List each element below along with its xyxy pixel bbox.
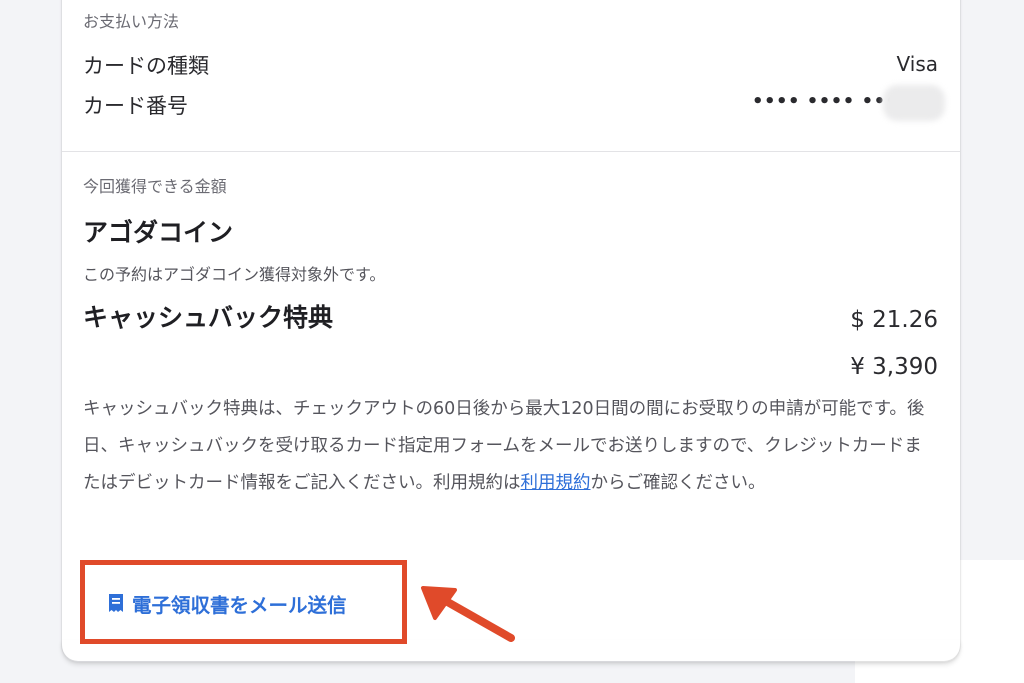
earnings-section-title: 今回獲得できる金額 xyxy=(83,177,227,196)
card-type-label: カードの種類 xyxy=(83,54,209,78)
cashback-heading: キャッシュバック特典 xyxy=(83,303,334,332)
terms-link[interactable]: 利用規約 xyxy=(521,473,591,493)
cashback-jpy: ¥ 3,390 xyxy=(850,354,938,380)
card-number-label: カード番号 xyxy=(83,94,188,118)
cashback-description: キャッシュバック特典は、チェックアウトの60日後から最大120日間の間にお受取り… xyxy=(83,391,933,502)
description-text: キャッシュバック特典は、チェックアウトの60日後から最大120日間の間にお受取り… xyxy=(83,399,925,493)
cashback-usd: $ 21.26 xyxy=(850,307,938,333)
section-divider xyxy=(62,151,960,152)
coin-note: この予約はアゴダコイン獲得対象外です。 xyxy=(83,265,386,284)
highlight-box xyxy=(80,560,407,644)
description-text-end: からご確認ください。 xyxy=(590,473,766,493)
payment-section-title: お支払い方法 xyxy=(83,12,180,31)
card-type-value: Visa xyxy=(896,52,938,76)
annotation-arrow xyxy=(421,586,515,642)
card-number-redaction xyxy=(883,85,945,121)
booking-details-page: お支払い方法 カードの種類 Visa カード番号 •••• •••• •••• … xyxy=(0,0,1024,683)
coin-heading: アゴダコイン xyxy=(83,218,234,247)
